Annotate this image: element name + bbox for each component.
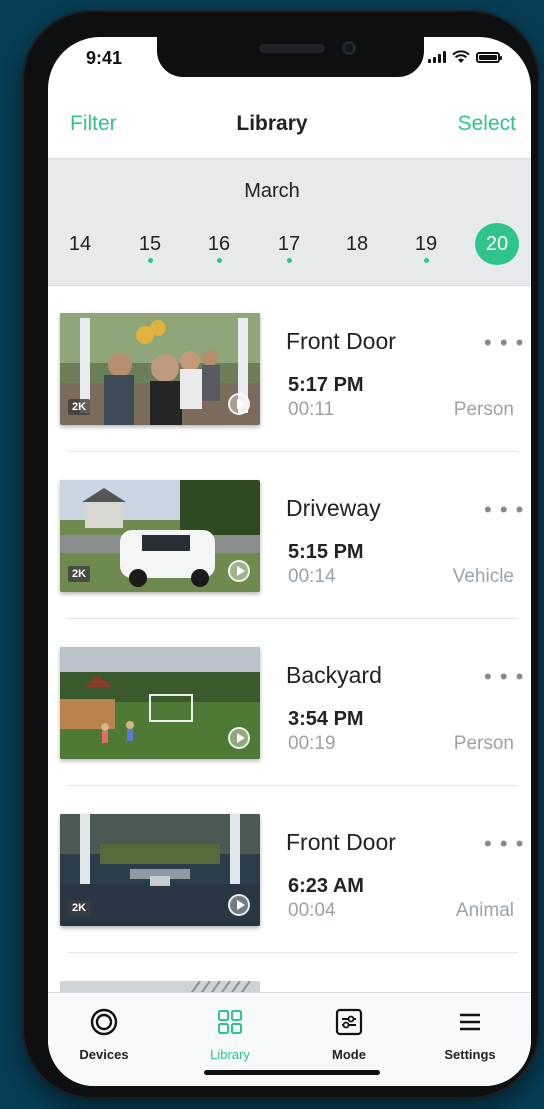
- event-time: 3:54 PM: [288, 708, 364, 730]
- event-device-name: Front Door: [286, 328, 396, 354]
- menu-icon: [460, 1013, 480, 1031]
- event-type: Vehicle: [452, 566, 514, 587]
- event-time: 5:17 PM: [288, 374, 364, 396]
- wifi-icon: [452, 50, 470, 63]
- event-device-name: Front Door: [286, 829, 396, 855]
- tab-label: Devices: [79, 1047, 129, 1062]
- date-strip: [48, 158, 531, 286]
- front-camera: [342, 41, 356, 55]
- status-time: 9:41: [86, 48, 123, 68]
- month-label: March: [244, 180, 300, 202]
- more-options-icon[interactable]: • • •: [484, 330, 524, 356]
- event-time: 5:15 PM: [288, 541, 364, 563]
- event-dot: [286, 258, 292, 263]
- status-icons: [428, 50, 502, 64]
- play-icon[interactable]: [228, 894, 250, 916]
- divider: [67, 952, 518, 953]
- select-button[interactable]: Select: [458, 112, 516, 136]
- event-device-name: Driveway: [286, 495, 381, 521]
- tab-label: Mode: [332, 1047, 366, 1062]
- day-15[interactable]: 15: [130, 233, 170, 256]
- play-icon[interactable]: [228, 560, 250, 582]
- day-20-selected[interactable]: 20: [475, 223, 519, 265]
- more-options-icon[interactable]: • • •: [484, 831, 524, 857]
- event-dot: [423, 258, 429, 263]
- day-16[interactable]: 16: [199, 233, 239, 256]
- day-14[interactable]: 14: [60, 233, 100, 256]
- divider: [67, 785, 518, 786]
- more-options-icon[interactable]: • • •: [484, 664, 524, 690]
- signal-icon: [428, 51, 446, 63]
- event-device-name: Backyard: [286, 662, 382, 688]
- event-thumbnail[interactable]: 2K: [60, 480, 260, 592]
- notch: [157, 37, 424, 77]
- event-type: Person: [453, 399, 514, 420]
- event-type: Animal: [455, 900, 514, 921]
- resolution-badge: 2K: [68, 566, 91, 582]
- tab-settings[interactable]: Settings: [420, 1008, 520, 1062]
- more-options-icon[interactable]: • • •: [484, 497, 524, 523]
- event-duration: 00:19: [288, 733, 336, 754]
- tab-devices[interactable]: Devices: [54, 1008, 154, 1062]
- event-thumbnail[interactable]: [60, 647, 260, 759]
- event-type: Person: [453, 733, 514, 754]
- event-thumbnail[interactable]: 2K: [60, 814, 260, 926]
- tab-label: Settings: [444, 1047, 496, 1062]
- event-dot: [216, 258, 222, 263]
- play-icon[interactable]: [228, 393, 250, 415]
- day-18[interactable]: 18: [337, 233, 377, 256]
- event-duration: 00:11: [288, 399, 335, 420]
- divider: [67, 618, 518, 619]
- speaker: [259, 44, 325, 53]
- day-19[interactable]: 19: [406, 233, 446, 256]
- devices-icon: [90, 1008, 118, 1036]
- divider: [67, 451, 518, 452]
- event-time: 6:23 AM: [288, 875, 364, 897]
- grid-icon: [218, 1010, 242, 1034]
- event-dot: [147, 258, 153, 263]
- home-indicator[interactable]: [204, 1070, 380, 1075]
- tab-mode[interactable]: Mode: [299, 1008, 399, 1062]
- resolution-badge: 2K: [68, 900, 91, 916]
- play-icon[interactable]: [228, 727, 250, 749]
- resolution-badge: 2K: [68, 399, 91, 415]
- event-duration: 00:14: [288, 566, 336, 587]
- battery-icon: [476, 51, 502, 63]
- day-17[interactable]: 17: [269, 233, 309, 256]
- tab-label: Library: [210, 1047, 250, 1062]
- event-duration: 00:04: [288, 900, 336, 921]
- tab-library[interactable]: Library: [180, 1008, 280, 1062]
- event-thumbnail[interactable]: 2K: [60, 313, 260, 425]
- sliders-icon: [335, 1008, 363, 1036]
